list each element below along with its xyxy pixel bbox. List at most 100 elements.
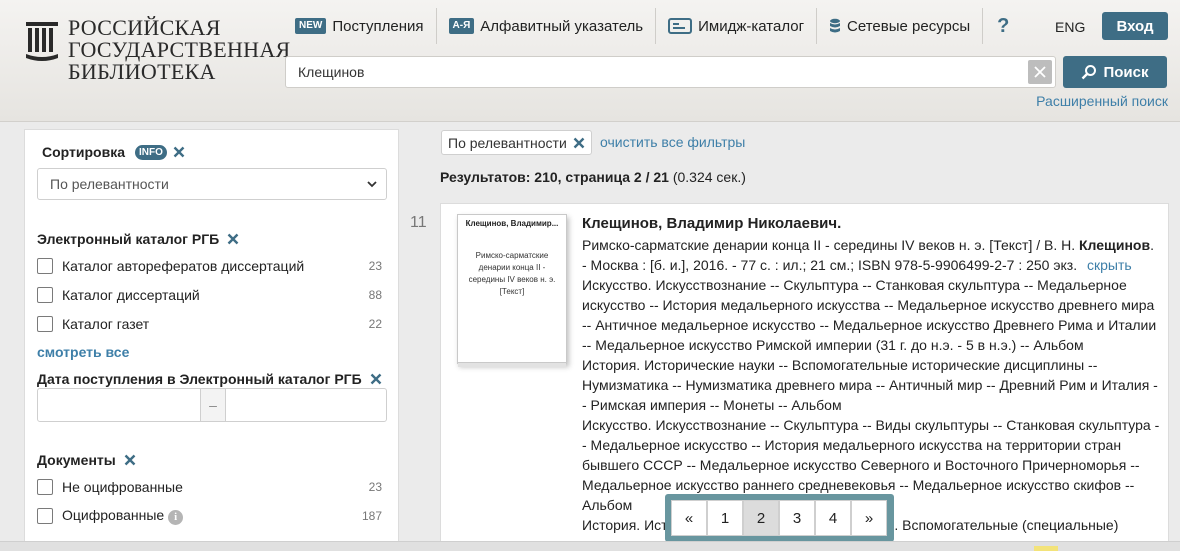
advanced-search-link[interactable]: Расширенный поиск — [1036, 93, 1168, 109]
alphabet-badge: А-Я — [448, 18, 475, 34]
nav-new-arrivals[interactable]: NEW Поступления — [283, 8, 437, 44]
page-button-current[interactable]: 2 — [743, 500, 779, 536]
clear-filters-link[interactable]: очистить все фильтры — [600, 134, 745, 150]
logo-line: ГОСУДАРСТВЕННАЯ — [68, 37, 291, 62]
login-button[interactable]: Вход — [1102, 12, 1168, 40]
page-button[interactable]: 4 — [815, 500, 851, 536]
facet-dissertations[interactable]: Каталог диссертаций 88 — [37, 284, 382, 306]
active-filter-chip[interactable]: По релевантности — [441, 130, 592, 155]
site-header: РОССИЙСКАЯ ГОСУДАРСТВЕННАЯ БИБЛИОТЕКА NE… — [0, 0, 1180, 122]
date-separator: – — [200, 389, 226, 421]
facet-label: Не оцифрованные — [62, 479, 183, 495]
page-button[interactable]: 1 — [707, 500, 743, 536]
search-box — [285, 56, 1056, 88]
facet-label: Оцифрованные i — [62, 507, 362, 525]
chevron-down-icon — [367, 181, 377, 188]
facet-label: Каталог авторефератов диссертаций — [62, 258, 305, 274]
nav-alphabetical-index[interactable]: А-Я Алфавитный указатель — [437, 8, 657, 44]
checkbox[interactable] — [37, 508, 53, 524]
remove-filter-icon[interactable] — [227, 233, 239, 245]
hide-link[interactable]: скрыть — [1087, 257, 1132, 273]
facet-count: 23 — [368, 259, 382, 273]
cover-title: Римско-сарматские денарии конца II - сер… — [468, 251, 556, 296]
top-nav: NEW Поступления А-Я Алфавитный указатель… — [283, 8, 1023, 44]
nav-label: Сетевые ресурсы — [847, 17, 971, 35]
search-button-label: Поиск — [1103, 63, 1149, 81]
catalog-section-title: Электронный каталог РГБ — [37, 231, 239, 247]
documents-title: Документы — [37, 452, 116, 468]
remove-filter-icon[interactable] — [124, 454, 136, 466]
checkbox[interactable] — [37, 258, 53, 274]
database-icon — [829, 18, 841, 34]
sort-title: Сортировка — [42, 144, 125, 160]
scroll-marker — [1034, 546, 1058, 551]
catalog-title: Электронный каталог РГБ — [37, 231, 220, 247]
facet-count: 22 — [368, 317, 382, 331]
search-input[interactable] — [286, 57, 1026, 87]
card-catalog-icon — [668, 18, 693, 34]
facet-newspapers[interactable]: Каталог газет 22 — [37, 313, 382, 335]
info-badge[interactable]: INFO — [135, 144, 167, 160]
facet-label-text: Оцифрованные — [62, 507, 165, 524]
result-body: Клещинов, Владимир Николаевич. Римско-са… — [582, 214, 1160, 535]
new-badge: NEW — [295, 18, 327, 34]
nav-label: Поступления — [332, 17, 424, 35]
active-filter-label: По релевантности — [448, 134, 567, 151]
logo-line: БИБЛИОТЕКА — [68, 59, 216, 84]
facet-label: Каталог диссертаций — [62, 287, 200, 303]
desc-highlight: Клещинов — [1079, 237, 1151, 253]
help-icon[interactable]: ? — [983, 8, 1023, 44]
search-button[interactable]: Поиск — [1063, 56, 1167, 88]
nav-label: Алфавитный указатель — [480, 17, 644, 35]
book-cover[interactable]: Клещинов, Владимир... Римско-сарматские … — [457, 214, 567, 367]
subject-line: История. Исторические науки -- Вспомогат… — [582, 357, 1158, 413]
page-button[interactable]: 3 — [779, 500, 815, 536]
results-summary: Результатов: 210, страница 2 / 21 (0.324… — [440, 169, 746, 185]
date-section-title: Дата поступления в Электронный каталог Р… — [37, 371, 382, 387]
page-next-button[interactable]: » — [851, 500, 887, 536]
nav-label: Имидж-каталог — [698, 17, 805, 35]
page-prev-button[interactable]: « — [671, 500, 707, 536]
sort-select[interactable]: По релевантности — [37, 168, 387, 200]
logo-line: РОССИЙСКАЯ — [68, 15, 221, 40]
cover-author: Клещинов, Владимир... — [465, 219, 559, 228]
book-edge — [458, 362, 566, 367]
checkbox[interactable] — [37, 316, 53, 332]
info-icon[interactable]: i — [168, 509, 184, 525]
library-columns-icon — [26, 22, 58, 61]
nav-network-resources[interactable]: Сетевые ресурсы — [817, 8, 984, 44]
checkbox[interactable] — [37, 287, 53, 303]
results-time: (0.324 сек.) — [668, 169, 746, 185]
facet-autoreferats[interactable]: Каталог авторефератов диссертаций 23 — [37, 255, 382, 277]
facet-count: 88 — [368, 288, 382, 302]
result-author[interactable]: Клещинов, Владимир Николаевич. — [582, 214, 1160, 234]
remove-filter-icon[interactable] — [370, 373, 382, 385]
facet-label: Каталог газет — [62, 316, 150, 332]
pagination: « 1 2 3 4 » — [665, 494, 894, 542]
date-range: – — [37, 388, 387, 422]
clear-search-icon[interactable] — [1028, 60, 1052, 84]
sort-section-title: Сортировка INFO — [42, 144, 185, 160]
checkbox[interactable] — [37, 479, 53, 495]
facet-digitized[interactable]: Оцифрованные i 187 — [37, 505, 382, 527]
facet-not-digitized[interactable]: Не оцифрованные 23 — [37, 476, 382, 498]
result-description: Римско-сарматские денарии конца II - сер… — [582, 235, 1160, 275]
filters-sidebar: Сортировка INFO По релевантности Электро… — [24, 129, 399, 551]
search-icon — [1082, 65, 1097, 80]
facet-count: 187 — [361, 509, 382, 523]
remove-filter-icon[interactable] — [573, 137, 585, 149]
nav-image-catalog[interactable]: Имидж-каталог — [656, 8, 818, 44]
logo-text: РОССИЙСКАЯ ГОСУДАРСТВЕННАЯ БИБЛИОТЕКА — [68, 17, 291, 83]
rsl-logo[interactable]: РОССИЙСКАЯ ГОСУДАРСТВЕННАЯ БИБЛИОТЕКА — [24, 17, 291, 83]
desc-text: Римско-сарматские денарии конца II - сер… — [582, 237, 1076, 253]
subject-line: Искусство. Искусствознание -- Скульптура… — [582, 277, 1157, 353]
sort-select-value: По релевантности — [50, 176, 169, 192]
see-all-link[interactable]: смотреть все — [37, 344, 129, 360]
results-count: Результатов: 210, страница 2 / 21 — [440, 169, 669, 185]
date-title: Дата поступления в Электронный каталог Р… — [37, 371, 362, 387]
facet-count: 23 — [368, 480, 382, 494]
horizontal-scrollbar[interactable] — [0, 541, 1180, 551]
language-switch[interactable]: ENG — [1055, 19, 1085, 35]
result-number: 11 — [410, 214, 427, 231]
remove-filter-icon[interactable] — [173, 146, 185, 158]
